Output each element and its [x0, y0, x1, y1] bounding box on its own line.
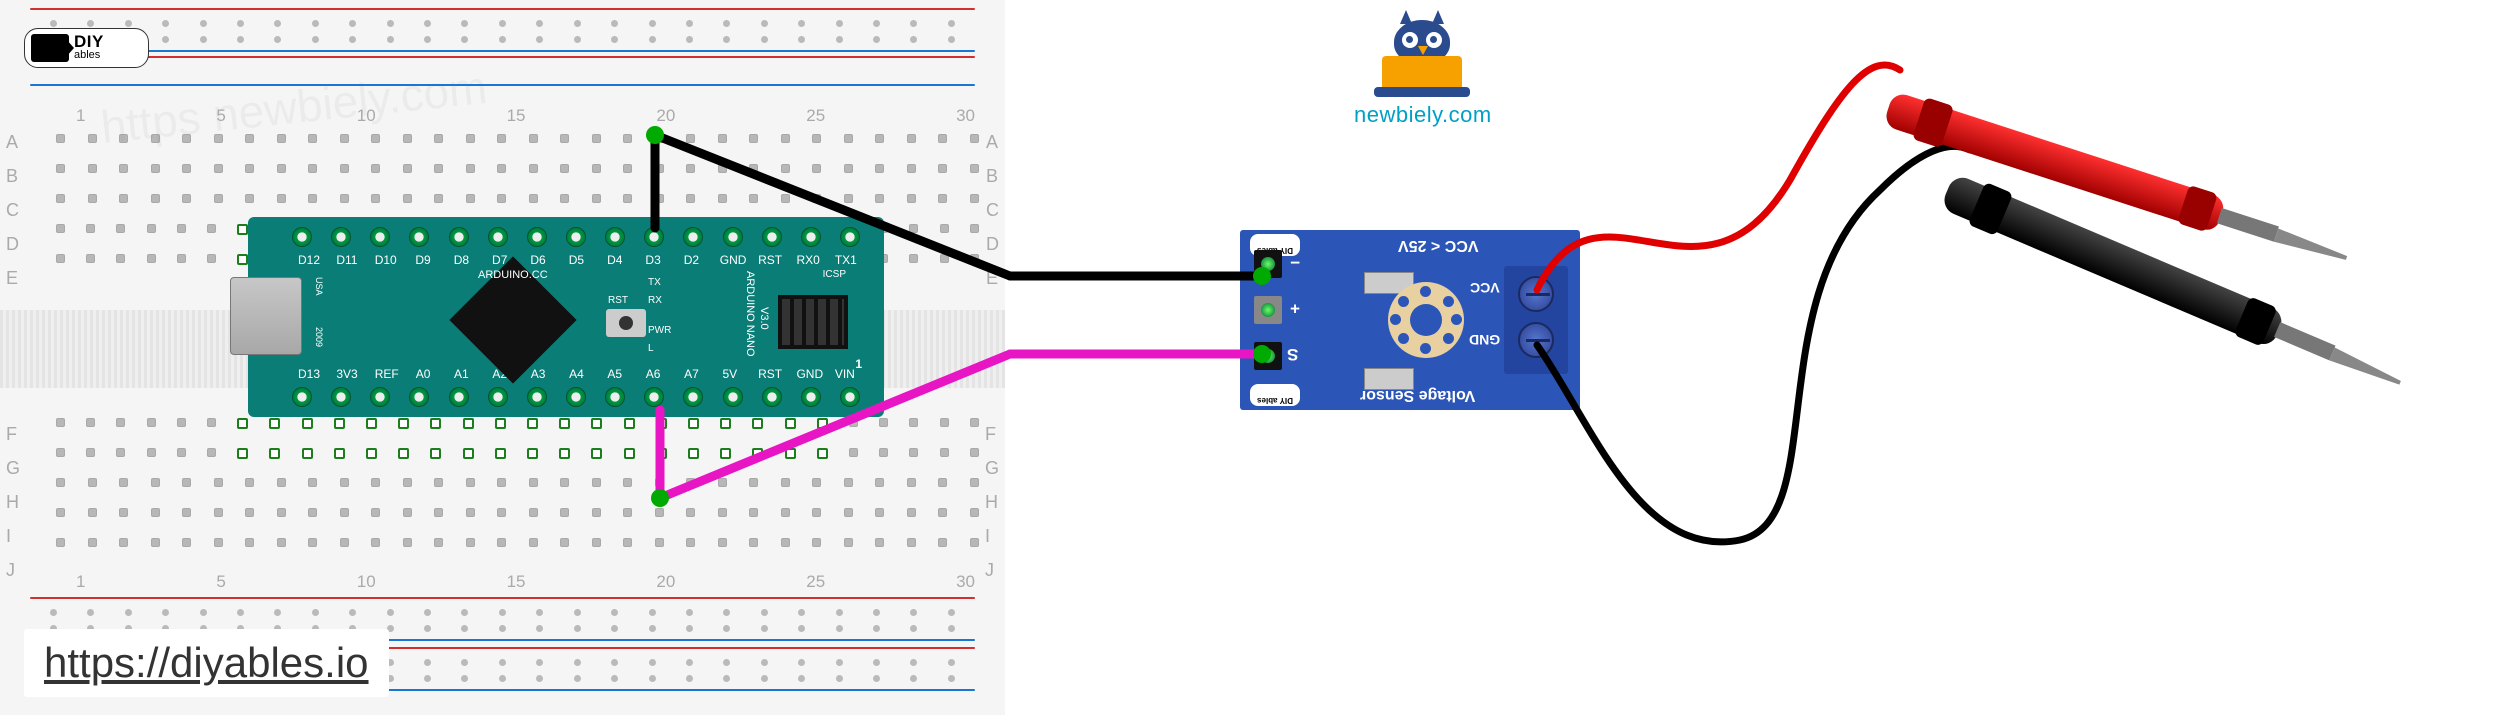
nano-labels-bot: D133V3REFA0A1A2A3A4A5A6A75VRSTGNDVIN	[298, 367, 855, 381]
nano-icsp-header	[778, 295, 848, 349]
newbiely-logo: newbiely.com	[1354, 20, 1489, 128]
badge-line2: ables	[74, 49, 104, 61]
bb-col-numbers-top: 151015202530	[76, 106, 975, 126]
bb-row-letters-left-bot: FGHIJ	[6, 424, 20, 581]
sensor-label-minus: −	[1290, 252, 1300, 272]
nano-usb-port	[230, 277, 302, 355]
nano-text-icsp: ICSP	[823, 269, 846, 280]
bb-col-numbers-bot: 151015202530	[76, 572, 975, 592]
nano-text-name: ARDUINO NANO	[744, 271, 756, 357]
sensor-center-hole-ring	[1388, 282, 1464, 358]
badge-line1: DIY	[74, 35, 104, 49]
black-test-probe	[1930, 120, 2518, 440]
sensor-term-vcc-label: VCC	[1470, 280, 1500, 296]
sensor-title-top: VCC < 25V	[1398, 236, 1478, 254]
sensor-pin-s	[1254, 342, 1282, 370]
sensor-pin-column	[1254, 250, 1314, 390]
power-rail-top-outer: for(let i=0;i<25;i++)document.write('<sp…	[10, 6, 995, 54]
newbiely-text: newbiely.com	[1354, 102, 1489, 128]
nano-text-pwr: PWR	[648, 325, 671, 336]
diyables-link[interactable]: https://diyables.io	[24, 629, 389, 697]
sensor-label-s: S	[1287, 344, 1298, 364]
bb-row-letters-left-top: ABCDE	[6, 132, 19, 289]
nano-pin-row-top: for(let i=0;i<15;i++)document.write('<sp…	[292, 227, 860, 247]
nano-text-rst: RST	[608, 295, 628, 306]
bb-grid-bot: for(let r=0;r<5;r++){document.write('<di…	[56, 418, 979, 564]
power-rail-top-inner	[10, 56, 995, 86]
sensor-vcc-screw	[1518, 276, 1554, 312]
nano-pin-row-bot: for(let i=0;i<15;i++)document.write('<sp…	[292, 387, 860, 407]
bb-row-letters-right-bot: FGHIJ	[985, 424, 999, 581]
sensor-gnd-screw	[1518, 322, 1554, 358]
black-probe-svg	[1930, 120, 2518, 440]
sensor-label-plus: +	[1290, 298, 1300, 318]
sensor-pin-minus	[1254, 250, 1282, 278]
nano-reset-button	[606, 309, 646, 337]
nano-text-v3: V3.0	[758, 307, 770, 330]
diyables-badge: DIY ables	[24, 28, 149, 68]
nano-text-l: L	[648, 343, 654, 354]
nano-text-one: 1	[855, 357, 862, 371]
arduino-nano: for(let i=0;i<15;i++)document.write('<sp…	[248, 217, 884, 417]
nano-text-arduinocc: ARDUINO.CC	[478, 269, 548, 281]
diyables-logo-icon	[31, 34, 69, 62]
nano-text-usa: USA	[314, 277, 324, 296]
owl-icon	[1382, 20, 1462, 90]
sensor-term-gnd-label: GND	[1469, 332, 1500, 348]
sensor-pin-plus	[1254, 296, 1282, 324]
sensor-title-bot: Voltage Sensor	[1360, 386, 1475, 404]
nano-text-year: 2009	[314, 327, 324, 347]
nano-text-rx: RX	[648, 295, 662, 306]
voltage-sensor-module: DIY ables DIY ables − + S VCC GND VCC < …	[1240, 230, 1580, 410]
nano-labels-top: D12D11D10D9D8D7D6D5D4D3D2GNDRSTRX0TX1	[298, 253, 855, 267]
sensor-screw-terminals	[1504, 266, 1568, 374]
nano-text-tx: TX	[648, 277, 661, 288]
bb-row-letters-right-top: ABCDE	[986, 132, 999, 289]
